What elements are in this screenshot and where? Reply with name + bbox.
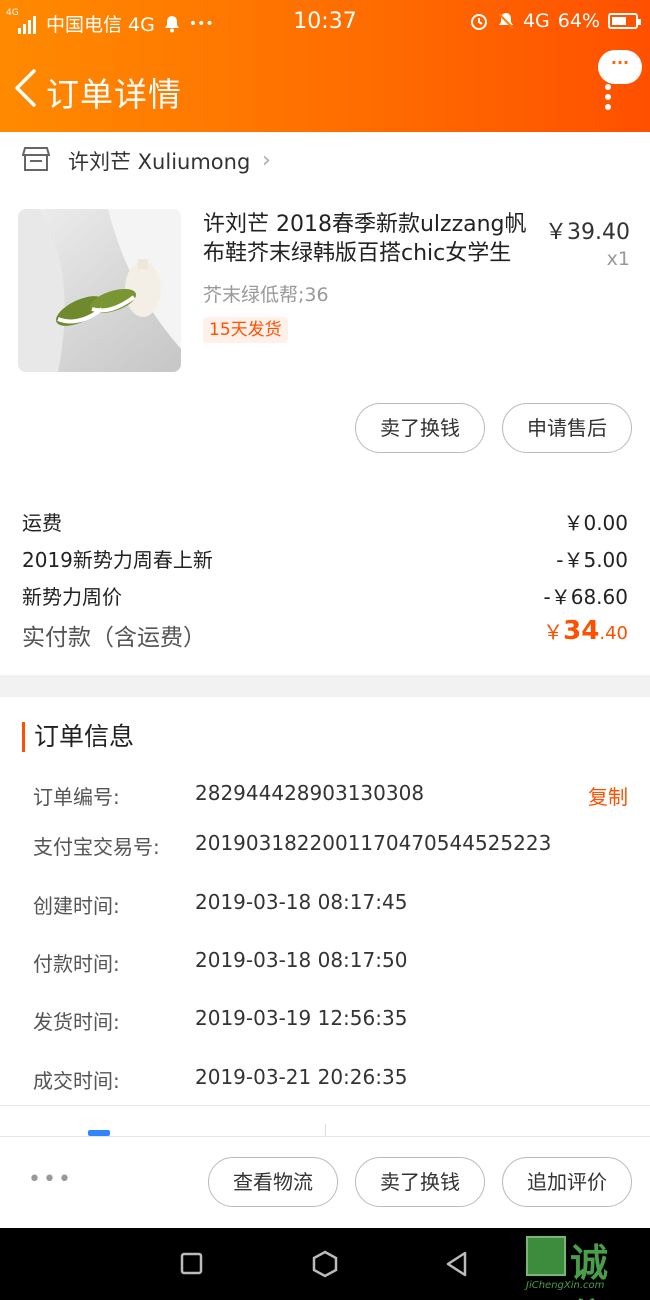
fee-label: 2019新势力周春上新 — [22, 548, 213, 572]
section-gap — [0, 675, 650, 697]
watermark-subtext: JiChengXin.com — [526, 1280, 605, 1291]
fee-row-discount: 新势力周价 -￥68.60 — [22, 581, 628, 610]
nav-bar: 订单详情 ··· — [0, 50, 650, 120]
product-price: ￥39.40 — [545, 220, 630, 245]
shipping-tag: 15天发货 — [203, 317, 288, 343]
info-value: 2019-03-18 08:17:45 — [195, 890, 408, 914]
fee-row-shipping: 运费 ￥0.00 — [22, 507, 628, 536]
fee-value: -￥68.60 — [543, 585, 628, 609]
sell-button[interactable]: 卖了换钱 — [355, 403, 485, 453]
add-review-button[interactable]: 追加评价 — [502, 1157, 632, 1207]
info-value: 2019-03-19 12:56:35 — [195, 1006, 408, 1030]
battery-icon — [608, 13, 641, 29]
view-logistics-button[interactable]: 查看物流 — [208, 1157, 338, 1207]
chevron-right-icon: › — [262, 148, 271, 173]
total-label: 实付款（含运费） — [22, 625, 206, 651]
info-row-created: 创建时间: 2019-03-18 08:17:45 — [33, 890, 628, 919]
copy-button[interactable]: 复制 — [588, 781, 628, 810]
info-label: 付款时间: — [33, 952, 120, 976]
system-nav-bar: 诚信 JiChengXin.com — [0, 1228, 650, 1300]
total-decimal: .40 — [599, 623, 628, 644]
total-row: 实付款（含运费） ￥34.40 — [22, 616, 628, 652]
fee-row-promo: 2019新势力周春上新 -￥5.00 — [22, 544, 628, 573]
network-label: 4G — [522, 10, 550, 32]
sell-button-bottom[interactable]: 卖了换钱 — [355, 1157, 485, 1207]
info-value: 2019031822001170470544525223 — [195, 831, 552, 855]
store-row[interactable]: 许刘芒 Xuliumong › — [0, 132, 650, 188]
message-bubble-icon[interactable]: ··· — [598, 50, 642, 84]
divider — [325, 1124, 326, 1136]
after-sale-button[interactable]: 申请售后 — [502, 403, 632, 453]
home-icon[interactable] — [311, 1250, 339, 1278]
order-info-title: 订单信息 — [22, 722, 134, 752]
info-row-paid: 付款时间: 2019-03-18 08:17:50 — [33, 948, 628, 977]
alarm-icon — [469, 11, 489, 31]
total-currency: ￥ — [543, 620, 564, 644]
mute-icon — [497, 12, 515, 30]
info-value: 2019-03-21 20:26:35 — [195, 1065, 408, 1089]
product-quantity: x1 — [606, 248, 630, 270]
more-menu-icon[interactable] — [604, 84, 612, 110]
fee-value: -￥5.00 — [556, 548, 628, 572]
watermark-box — [526, 1236, 566, 1276]
total-amount: ￥34.40 — [543, 616, 628, 646]
watermark-logo: 诚信 JiChengXin.com — [526, 1230, 646, 1300]
divider — [0, 1105, 650, 1106]
total-integer: 34 — [563, 616, 600, 646]
fee-value: ￥0.00 — [563, 511, 628, 535]
info-label: 创建时间: — [33, 894, 120, 918]
info-label: 成交时间: — [33, 1069, 120, 1093]
page-title: 订单详情 — [46, 75, 182, 114]
info-label: 发货时间: — [33, 1010, 120, 1034]
store-icon — [21, 146, 51, 172]
info-row-order-no: 订单编号: 282944428903130308 复制 — [33, 781, 628, 810]
more-dots-icon[interactable]: ••• — [28, 1169, 73, 1191]
bottom-action-bar: ••• 查看物流 卖了换钱 追加评价 — [0, 1136, 650, 1228]
header: 4G 中国电信 4G ••• 10:37 4G 64% 订单详情 ··· — [0, 0, 650, 132]
info-row-shipped: 发货时间: 2019-03-19 12:56:35 — [33, 1006, 628, 1035]
product-sku: 芥末绿低帮;36 — [203, 284, 329, 306]
info-label: 订单编号: — [33, 785, 120, 809]
info-row-alipay-no: 支付宝交易号: 2019031822001170470544525223 — [33, 831, 628, 860]
recents-icon[interactable] — [178, 1250, 206, 1278]
info-label: 支付宝交易号: — [33, 835, 160, 859]
product-title[interactable]: 许刘芒 2018春季新款ulzzang帆布鞋芥末绿韩版百搭chic女学生 — [203, 210, 533, 268]
fee-label: 运费 — [22, 511, 62, 535]
fee-label: 新势力周价 — [22, 585, 122, 609]
info-value: 282944428903130308 — [195, 781, 425, 805]
product-image[interactable] — [18, 209, 181, 372]
bubble-label: ··· — [610, 53, 630, 72]
status-bar: 4G 中国电信 4G ••• 10:37 4G 64% — [0, 0, 650, 46]
info-value: 2019-03-18 08:17:50 — [195, 948, 408, 972]
battery-percent: 64% — [557, 10, 600, 32]
info-row-completed: 成交时间: 2019-03-21 20:26:35 — [33, 1065, 628, 1094]
back-icon[interactable] — [443, 1250, 471, 1278]
store-name: 许刘芒 Xuliumong — [68, 150, 251, 174]
back-arrow-icon[interactable] — [12, 68, 40, 108]
